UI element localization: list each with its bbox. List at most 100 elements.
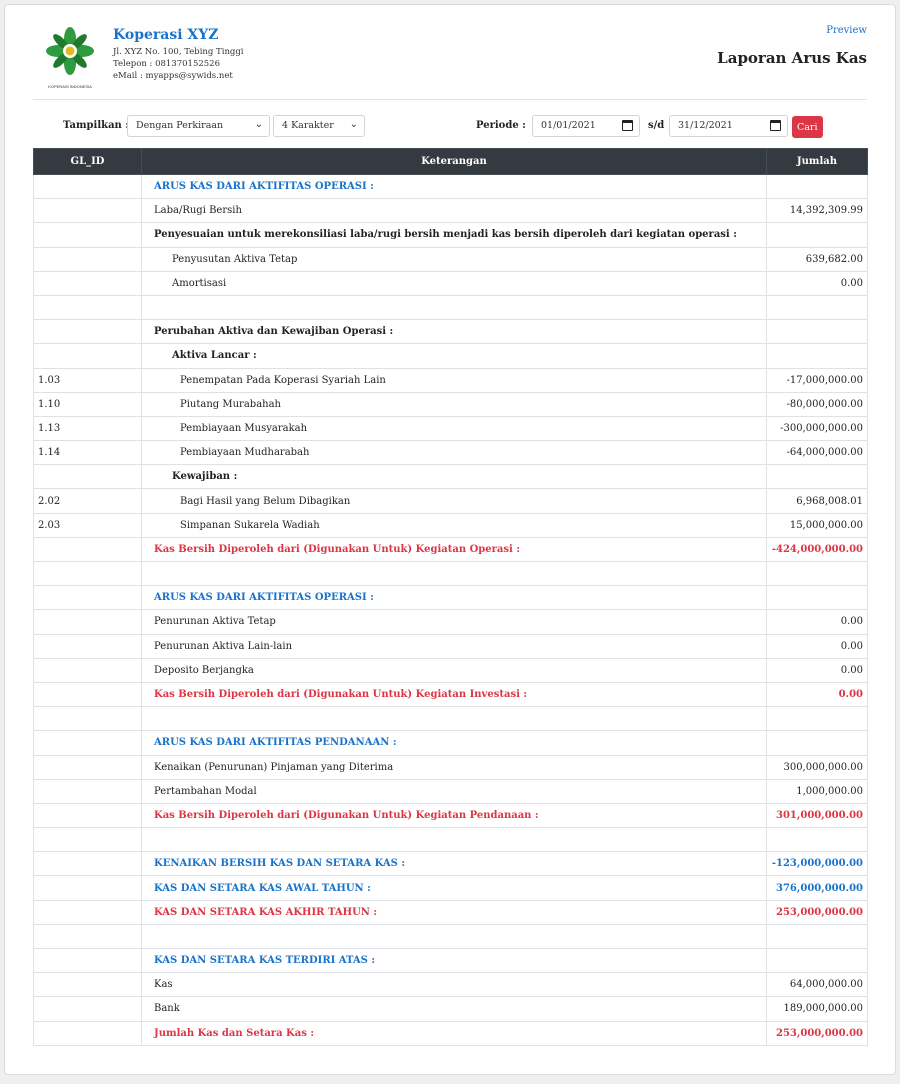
cell-gl-id <box>33 802 142 829</box>
cell-jumlah: 189,000,000.00 <box>766 996 868 1022</box>
filter-bar: Tampilkan : Dengan Perkiraan ⌄ 4 Karakte… <box>5 113 897 141</box>
karakter-select-value: 4 Karakter <box>282 120 334 131</box>
table-row <box>33 294 868 321</box>
table-body: ARUS KAS DARI AKTIFITAS OPERASI : Laba/Ru… <box>33 173 868 1046</box>
table-row: Penyesuaian untuk merekonsiliasi laba/ru… <box>33 222 868 248</box>
cell-jumlah <box>766 585 868 611</box>
table-row: Aktiva Lancar : <box>33 343 868 369</box>
cell-keterangan: KAS DAN SETARA KAS AKHIR TAHUN : <box>141 899 767 925</box>
cell-keterangan: Aktiva Lancar : <box>141 343 767 369</box>
cell-jumlah: 0.00 <box>766 681 868 708</box>
table-row: 2.02 Bagi Hasil yang Belum Dibagikan 6,968… <box>33 488 868 514</box>
table-row: Penurunan Aktiva Lain-lain 0.00 <box>33 633 868 659</box>
table-row: Laba/Rugi Bersih 14,392,309.99 <box>33 198 868 224</box>
cell-keterangan: Amortisasi <box>141 270 767 296</box>
table-row: Kas 64,000,000.00 <box>33 972 868 998</box>
cash-flow-table: GL_ID Keterangan Jumlah ARUS KAS DARI AK… <box>33 148 868 1046</box>
cell-jumlah: -300,000,000.00 <box>766 415 868 442</box>
cell-gl-id <box>33 343 142 369</box>
table-row <box>33 827 868 853</box>
cell-keterangan: Laba/Rugi Bersih <box>141 198 767 224</box>
date-from-input[interactable]: 01/01/2021 <box>532 115 640 137</box>
column-header-keterangan: Keterangan <box>141 148 767 175</box>
table-row: 1.03 Penempatan Pada Koperasi Syariah Lai… <box>33 367 868 393</box>
cell-gl-id: 2.03 <box>33 512 142 538</box>
cell-jumlah: -64,000,000.00 <box>766 440 868 466</box>
table-row: KAS DAN SETARA KAS TERDIRI ATAS : <box>33 947 868 974</box>
date-to-input[interactable]: 31/12/2021 <box>669 115 788 137</box>
cell-gl-id <box>33 996 142 1022</box>
cell-jumlah: -80,000,000.00 <box>766 391 868 417</box>
table-row: KENAIKAN BERSIH KAS DAN SETARA KAS : -123… <box>33 851 868 877</box>
cell-keterangan: ARUS KAS DARI AKTIFITAS OPERASI : <box>141 585 767 611</box>
tampilkan-label: Tampilkan : <box>63 120 129 131</box>
table-row: 2.03 Simpanan Sukarela Wadiah 15,000,000.0… <box>33 512 868 538</box>
cell-gl-id <box>33 730 142 756</box>
cell-jumlah: 0.00 <box>766 609 868 635</box>
cell-keterangan: Kewajiban : <box>141 464 767 490</box>
cell-keterangan: Perubahan Aktiva dan Kewajiban Operasi : <box>141 319 767 345</box>
table-row: Kas Bersih Diperoleh dari (Digunakan Unt… <box>33 681 868 708</box>
cell-gl-id: 1.13 <box>33 415 142 442</box>
mode-select[interactable]: Dengan Perkiraan ⌄ <box>127 115 270 137</box>
table-row: KAS DAN SETARA KAS AKHIR TAHUN :253,000,… <box>33 899 868 925</box>
cell-jumlah: 301,000,000.00 <box>766 802 868 829</box>
cell-gl-id <box>33 319 142 345</box>
cell-gl-id <box>33 222 142 248</box>
cari-button[interactable]: Cari <box>792 116 823 138</box>
cell-keterangan <box>141 827 767 853</box>
cell-jumlah <box>766 464 868 490</box>
cell-keterangan: Kenaikan (Penurunan) Pinjaman yang Diter… <box>141 754 767 780</box>
cell-keterangan: Jumlah Kas dan Setara Kas : <box>141 1020 767 1046</box>
cell-gl-id <box>33 754 142 780</box>
table-row <box>33 560 868 587</box>
cell-jumlah: 15,000,000.00 <box>766 512 868 538</box>
cell-gl-id <box>33 633 142 659</box>
cell-jumlah: 0.00 <box>766 633 868 659</box>
cell-keterangan <box>141 560 767 587</box>
cell-keterangan: Kas Bersih Diperoleh dari (Digunakan Unt… <box>141 802 767 829</box>
cell-gl-id <box>33 972 142 998</box>
report-header: KOPERASI INDONESIA Koperasi XYZ Jl. XYZ … <box>5 5 897 101</box>
table-row: Perubahan Aktiva dan Kewajiban Operasi : <box>33 319 868 345</box>
cell-gl-id <box>33 778 142 804</box>
preview-link[interactable]: Preview <box>826 25 867 36</box>
cell-keterangan: Kas <box>141 972 767 998</box>
cell-keterangan: Pembiayaan Musyarakah <box>141 415 767 442</box>
cell-gl-id <box>33 270 142 296</box>
cell-keterangan: Kas Bersih Diperoleh dari (Digunakan Unt… <box>141 681 767 708</box>
sd-label: s/d <box>648 120 665 131</box>
cell-keterangan: Kas Bersih Diperoleh dari (Digunakan Unt… <box>141 536 767 563</box>
cell-keterangan: ARUS KAS DARI AKTIFITAS PENDANAAN : <box>141 730 767 756</box>
header-divider <box>33 99 867 100</box>
report-title: Laporan Arus Kas <box>717 49 867 67</box>
cell-jumlah: 1,000,000.00 <box>766 778 868 804</box>
mode-select-value: Dengan Perkiraan <box>136 120 224 131</box>
table-row: 1.13 Pembiayaan Musyarakah -300,000,000.00 <box>33 415 868 442</box>
org-email: eMail : myapps@sywids.net <box>113 71 233 81</box>
cell-jumlah: 253,000,000.00 <box>766 1020 868 1046</box>
calendar-icon[interactable] <box>622 120 633 131</box>
cell-keterangan: Piutang Murabahah <box>141 391 767 417</box>
cell-jumlah: 6,968,008.01 <box>766 488 868 514</box>
cell-keterangan: KENAIKAN BERSIH KAS DAN SETARA KAS : <box>141 851 767 877</box>
cell-gl-id <box>33 923 142 950</box>
cell-gl-id: 1.10 <box>33 391 142 417</box>
karakter-select[interactable]: 4 Karakter ⌄ <box>273 115 365 137</box>
cell-gl-id <box>33 875 142 901</box>
table-row <box>33 706 868 732</box>
org-address: Jl. XYZ No. 100, Tebing Tinggi <box>113 47 244 57</box>
table-row: Bank 189,000,000.00 <box>33 996 868 1022</box>
cell-jumlah: 64,000,000.00 <box>766 972 868 998</box>
table-row: Pertambahan Modal 1,000,000.00 <box>33 778 868 804</box>
cell-jumlah: 0.00 <box>766 270 868 296</box>
cell-gl-id <box>33 681 142 708</box>
cell-keterangan: Simpanan Sukarela Wadiah <box>141 512 767 538</box>
cell-gl-id <box>33 657 142 683</box>
cell-jumlah: -123,000,000.00 <box>766 851 868 877</box>
cell-keterangan <box>141 706 767 732</box>
calendar-icon[interactable] <box>770 120 781 131</box>
cell-jumlah: 639,682.00 <box>766 246 868 272</box>
cell-jumlah <box>766 923 868 950</box>
table-row: Penyusutan Aktiva Tetap 639,682.00 <box>33 246 868 272</box>
